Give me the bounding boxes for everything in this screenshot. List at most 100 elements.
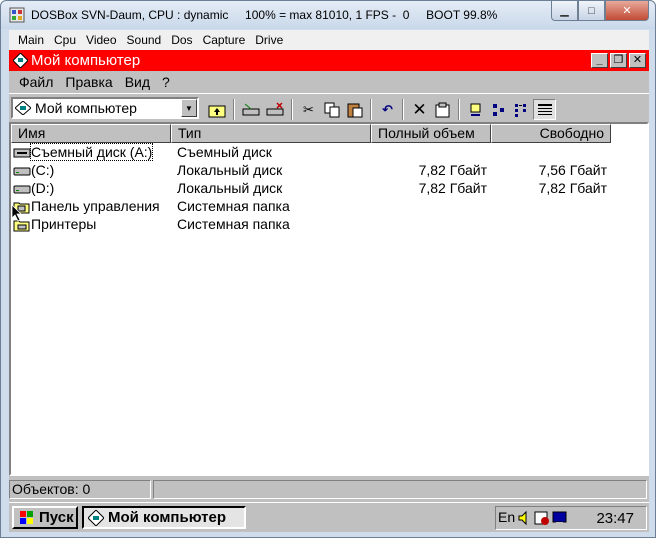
explorer-toolbar: Мой компьютер ▼ ✂ ↶ ✕ xyxy=(9,93,649,121)
item-size: 7,82 Гбайт xyxy=(418,180,487,196)
explorer-title-bar[interactable]: Мой компьютер _ ❐ ✕ xyxy=(9,50,649,71)
item-type: Локальный диск xyxy=(177,180,283,196)
taskbar: Пуск Мой компьютер En 23:47 xyxy=(9,502,649,532)
system-tray: En 23:47 xyxy=(495,506,647,530)
dosbox-close-button[interactable]: ✕ xyxy=(605,1,649,21)
undo-icon: ↶ xyxy=(382,101,393,117)
dosbox-menu-dos[interactable]: Dos xyxy=(166,33,197,47)
paste-icon xyxy=(347,103,362,117)
mouse-cursor-icon xyxy=(11,204,22,222)
item-name: (C:) xyxy=(31,162,55,178)
list-item[interactable]: Принтеры Системная папка xyxy=(11,216,647,234)
cut-button[interactable]: ✂ xyxy=(297,99,320,120)
item-free: 7,56 Гбайт xyxy=(538,162,607,178)
dosbox-app-icon xyxy=(9,7,25,23)
item-name: Принтеры xyxy=(31,216,97,232)
properties-icon xyxy=(435,102,449,117)
dosbox-menu-capture[interactable]: Capture xyxy=(198,33,251,47)
toolbar-separator xyxy=(233,99,235,120)
item-type: Локальный диск xyxy=(177,162,283,178)
list-view-button[interactable] xyxy=(510,99,533,120)
small-icons-button[interactable] xyxy=(487,99,510,120)
status-panel-empty xyxy=(153,480,647,499)
menu-help[interactable]: ? xyxy=(156,74,176,90)
dosbox-window-controls: ▁ □ ✕ xyxy=(551,1,649,21)
column-header-name[interactable]: Имя xyxy=(11,124,171,143)
dosbox-maximize-button[interactable]: □ xyxy=(578,1,605,21)
list-header: Имя Тип Полный объем Свободно xyxy=(11,124,611,143)
file-list[interactable]: Имя Тип Полный объем Свободно Съемный ди… xyxy=(9,122,649,476)
copy-button[interactable] xyxy=(320,99,343,120)
explorer-restore-button[interactable]: ❐ xyxy=(610,53,627,68)
item-type: Системная папка xyxy=(177,216,290,232)
list-item[interactable]: (D:) Локальный диск 7,82 Гбайт 7,82 Гбай… xyxy=(11,180,647,198)
start-button[interactable]: Пуск xyxy=(12,506,78,529)
status-object-count: Объектов: 0 xyxy=(9,480,151,499)
explorer-window-controls: _ ❐ ✕ xyxy=(591,53,646,68)
chevron-down-icon[interactable]: ▼ xyxy=(181,99,197,117)
copy-icon xyxy=(324,102,339,117)
delete-icon: ✕ xyxy=(412,99,427,119)
my-computer-icon xyxy=(88,509,104,526)
floppy-drive-icon xyxy=(13,148,31,158)
properties-button[interactable] xyxy=(431,99,454,120)
hard-drive-icon xyxy=(13,185,31,194)
details-icon xyxy=(537,103,552,115)
large-icons-icon xyxy=(470,103,480,116)
explorer-minimize-button[interactable]: _ xyxy=(591,53,608,68)
dosbox-menu-drive[interactable]: Drive xyxy=(250,33,288,47)
my-computer-icon xyxy=(13,53,28,68)
dosbox-minimize-button[interactable]: ▁ xyxy=(551,1,578,21)
speaker-icon[interactable] xyxy=(518,510,532,526)
map-drive-icon xyxy=(242,103,259,115)
delete-button[interactable]: ✕ xyxy=(408,99,431,120)
up-folder-icon xyxy=(208,105,225,117)
language-indicator[interactable]: En xyxy=(498,509,515,525)
scheduler-icon[interactable] xyxy=(534,510,550,526)
explorer-close-button[interactable]: ✕ xyxy=(629,53,646,68)
address-combobox[interactable]: Мой компьютер ▼ xyxy=(11,97,199,119)
tray-icons xyxy=(518,510,568,526)
my-computer-icon xyxy=(15,101,31,115)
details-view-button[interactable] xyxy=(533,99,556,120)
clock: 23:47 xyxy=(596,510,634,527)
address-text: Мой компьютер xyxy=(35,100,137,116)
list-item[interactable]: (C:) Локальный диск 7,82 Гбайт 7,56 Гбай… xyxy=(11,162,647,180)
list-item[interactable]: Панель управления Системная папка xyxy=(11,198,647,216)
paste-button[interactable] xyxy=(343,99,366,120)
windows-logo-icon xyxy=(20,510,33,524)
scissors-icon: ✂ xyxy=(303,101,314,117)
task-label: Мой компьютер xyxy=(108,509,226,526)
taskbar-button-my-computer[interactable]: Мой компьютер xyxy=(82,506,246,529)
dosbox-menu-video[interactable]: Video xyxy=(81,33,121,47)
status-bar: Объектов: 0 xyxy=(9,478,649,500)
column-header-free[interactable]: Свободно xyxy=(491,124,611,143)
list-item[interactable]: Съемный диск (A:) Съемный диск xyxy=(11,143,647,162)
dosbox-title-bar[interactable]: DOSBox SVN-Daum, CPU : dynamic 100% = ma… xyxy=(1,1,655,29)
large-icons-button[interactable] xyxy=(464,99,487,120)
toolbar-separator xyxy=(458,99,460,120)
dosbox-window: DOSBox SVN-Daum, CPU : dynamic 100% = ma… xyxy=(0,0,656,538)
disconnect-drive-icon xyxy=(266,101,283,115)
menu-edit[interactable]: Правка xyxy=(59,74,118,90)
column-header-size[interactable]: Полный объем xyxy=(371,124,491,143)
column-header-type[interactable]: Тип xyxy=(171,124,371,143)
item-type: Съемный диск xyxy=(177,144,272,160)
toolbar-separator xyxy=(370,99,372,120)
dosbox-menu-bar: Main Cpu Video Sound Dos Capture Drive xyxy=(9,30,649,50)
disconnect-drive-button[interactable] xyxy=(263,99,286,120)
menu-file[interactable]: Файл xyxy=(13,74,59,90)
item-free: 7,82 Гбайт xyxy=(538,180,607,196)
hard-drive-icon xyxy=(13,167,31,176)
dosbox-menu-sound[interactable]: Sound xyxy=(122,33,167,47)
dosbox-menu-main[interactable]: Main xyxy=(13,33,49,47)
up-folder-button[interactable] xyxy=(205,99,228,120)
start-label: Пуск xyxy=(39,509,74,526)
menu-view[interactable]: Вид xyxy=(119,74,156,90)
item-name: (D:) xyxy=(31,180,55,196)
dosbox-menu-cpu[interactable]: Cpu xyxy=(49,33,81,47)
item-size: 7,82 Гбайт xyxy=(418,162,487,178)
map-network-drive-button[interactable] xyxy=(239,99,262,120)
network-monitor-icon[interactable] xyxy=(552,510,568,526)
undo-button[interactable]: ↶ xyxy=(376,99,399,120)
